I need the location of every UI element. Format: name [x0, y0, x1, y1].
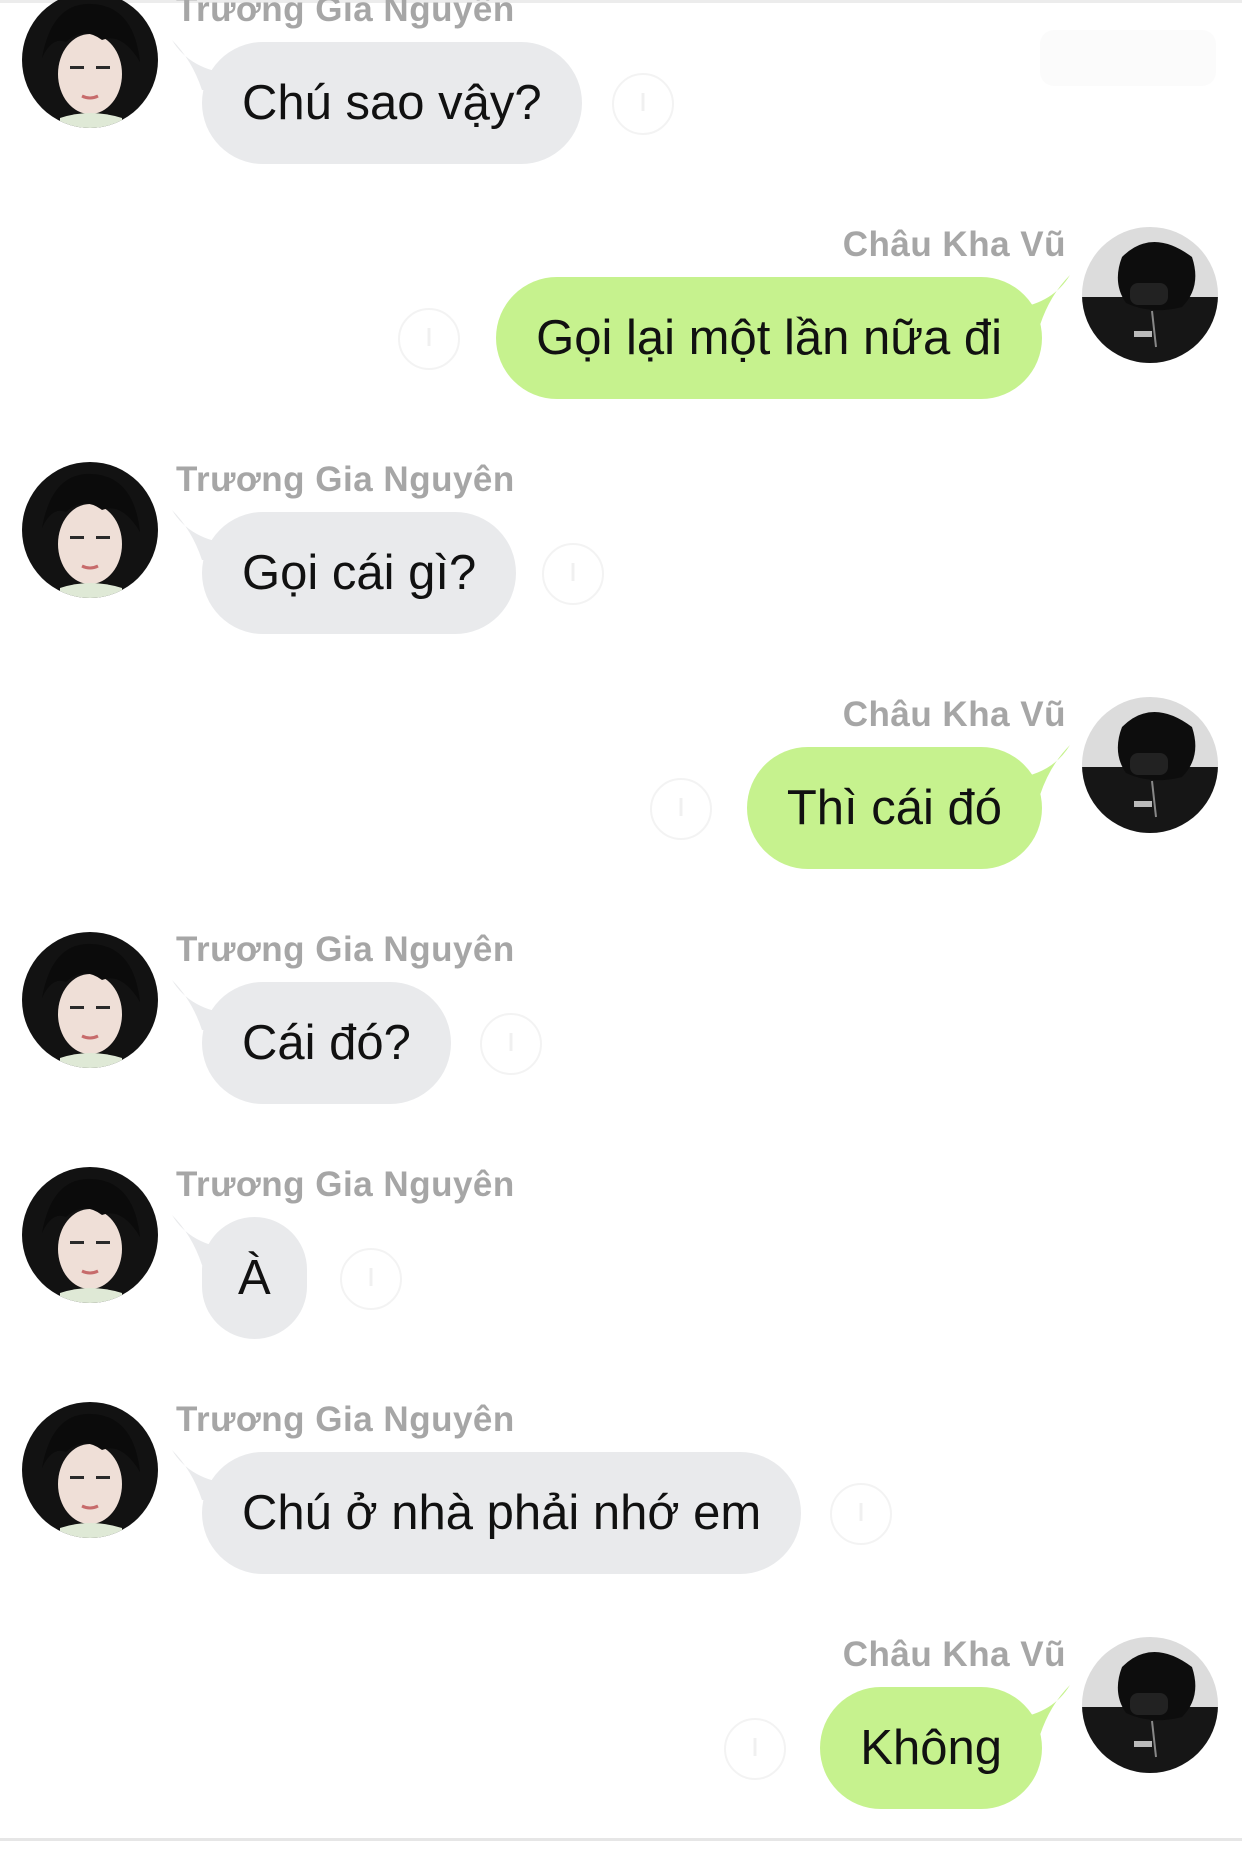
message-bubble[interactable]: Chú ở nhà phải nhớ em — [202, 1452, 802, 1574]
message-row: Trương Gia Nguyên À — [0, 1165, 1242, 1400]
reply-icon[interactable] — [724, 1718, 786, 1780]
avatar-truong-gia-nguyen-icon[interactable] — [22, 462, 158, 598]
avatar-chau-kha-vu-icon[interactable] — [1082, 227, 1218, 363]
reply-icon[interactable] — [650, 778, 712, 840]
message-bubble[interactable]: Không — [820, 1687, 1042, 1809]
avatar-truong-gia-nguyen-icon[interactable] — [22, 1167, 158, 1303]
chat-thread: Trương Gia Nguyên Chú sao vậy? Châu Kha … — [0, 0, 1242, 1844]
message-bubble[interactable]: Thì cái đó — [746, 747, 1042, 869]
message-row: Trương Gia Nguyên Gọi cái gì? — [0, 460, 1242, 695]
message-bubble[interactable]: Gọi lại một lần nữa đi — [496, 277, 1042, 399]
bottom-divider — [0, 1838, 1242, 1841]
message-bubble[interactable]: Gọi cái gì? — [202, 512, 517, 634]
sender-name: Trương Gia Nguyên — [176, 1165, 515, 1204]
reply-icon[interactable] — [480, 1013, 542, 1075]
avatar-chau-kha-vu-icon[interactable] — [1082, 697, 1218, 833]
sender-name: Trương Gia Nguyên — [176, 0, 515, 29]
message-row: Trương Gia Nguyên Chú ở nhà phải nhớ em — [0, 1400, 1242, 1635]
reply-icon[interactable] — [398, 308, 460, 370]
sender-name: Châu Kha Vũ — [842, 225, 1066, 264]
sender-name: Trương Gia Nguyên — [176, 1400, 515, 1439]
avatar-truong-gia-nguyen-icon[interactable] — [22, 932, 158, 1068]
message-row: Châu Kha Vũ Không — [0, 1635, 1242, 1870]
message-row: Trương Gia Nguyên Chú sao vậy? — [0, 0, 1242, 225]
reply-icon[interactable] — [612, 73, 674, 135]
message-row: Trương Gia Nguyên Cái đó? — [0, 930, 1242, 1165]
avatar-truong-gia-nguyen-icon[interactable] — [22, 0, 158, 128]
reply-icon[interactable] — [340, 1248, 402, 1310]
sender-name: Châu Kha Vũ — [842, 695, 1066, 734]
message-row: Châu Kha Vũ Thì cái đó — [0, 695, 1242, 930]
message-bubble[interactable]: Cái đó? — [202, 982, 451, 1104]
sender-name: Trương Gia Nguyên — [176, 930, 515, 969]
message-row: Châu Kha Vũ Gọi lại một lần nữa đi — [0, 225, 1242, 460]
reply-icon[interactable] — [830, 1483, 892, 1545]
sender-name: Châu Kha Vũ — [842, 1635, 1066, 1674]
avatar-truong-gia-nguyen-icon[interactable] — [22, 1402, 158, 1538]
reply-icon[interactable] — [542, 543, 604, 605]
message-bubble[interactable]: Chú sao vậy? — [202, 42, 582, 164]
message-bubble[interactable]: À — [202, 1217, 307, 1339]
sender-name: Trương Gia Nguyên — [176, 460, 515, 499]
avatar-chau-kha-vu-icon[interactable] — [1082, 1637, 1218, 1773]
